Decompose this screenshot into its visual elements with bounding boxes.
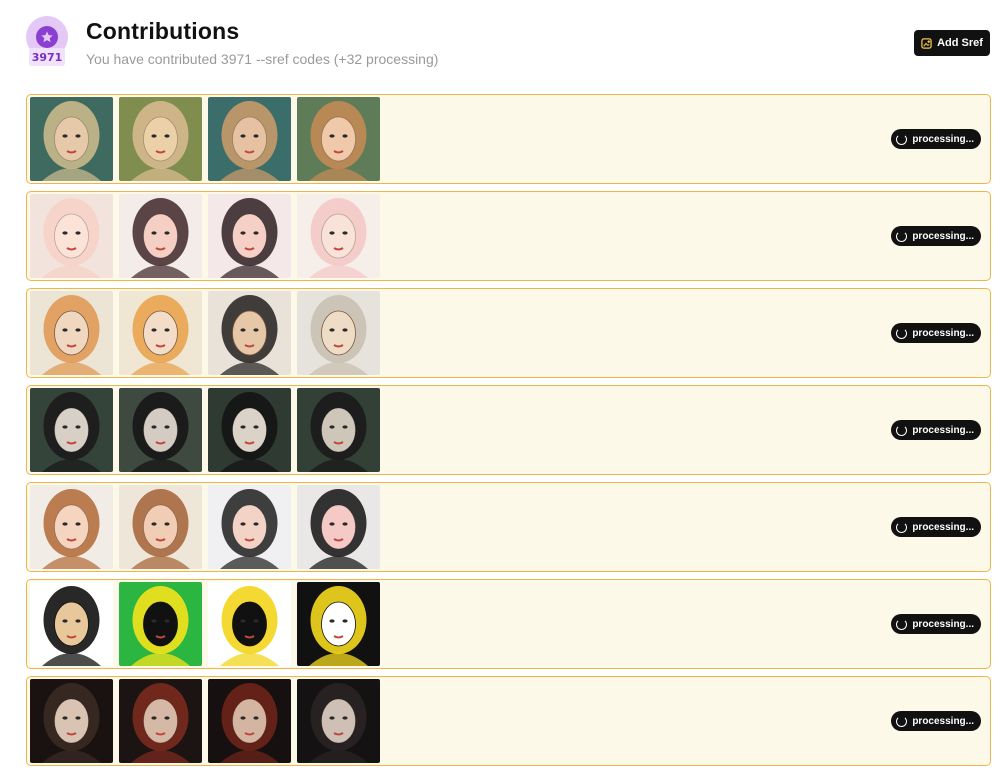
thumbnail-image[interactable] [297,582,380,666]
thumbnail-image[interactable] [30,97,113,181]
contribution-row[interactable]: processing... [26,676,991,766]
thumbnail-image[interactable] [30,194,113,278]
thumbnail-image[interactable] [208,485,291,569]
thumbnail-strip [30,679,380,763]
thumbnail-image[interactable] [119,194,202,278]
contribution-badge: 3971 [26,16,68,68]
thumbnail-image[interactable] [30,388,113,472]
spinner-icon [896,133,908,145]
thumbnail-image[interactable] [297,291,380,375]
spinner-icon [896,521,908,533]
thumbnail-image[interactable] [30,485,113,569]
contribution-row[interactable]: processing... [26,191,991,281]
thumbnail-image[interactable] [208,679,291,763]
thumbnail-image[interactable] [30,291,113,375]
processing-status-badge: processing... [891,517,981,537]
spinner-icon [896,327,908,339]
status-label: processing... [912,327,974,339]
spinner-icon [896,424,908,436]
thumbnail-image[interactable] [208,388,291,472]
thumbnail-strip [30,485,380,569]
processing-status-badge: processing... [891,420,981,440]
thumbnail-image[interactable] [297,679,380,763]
processing-status-badge: processing... [891,711,981,731]
contribution-row[interactable]: processing... [26,579,991,669]
thumbnail-image[interactable] [119,582,202,666]
thumbnail-image[interactable] [297,194,380,278]
add-sref-label: Add Sref [937,37,983,49]
spinner-icon [896,715,908,727]
thumbnail-image[interactable] [297,485,380,569]
processing-status-badge: processing... [891,614,981,634]
thumbnail-image[interactable] [119,485,202,569]
thumbnail-image[interactable] [208,97,291,181]
thumbnail-strip [30,291,380,375]
thumbnail-image[interactable] [30,582,113,666]
thumbnail-image[interactable] [30,679,113,763]
page-header: 3971 Contributions You have contributed … [0,0,1000,94]
contribution-row[interactable]: processing... [26,288,991,378]
thumbnail-image[interactable] [297,97,380,181]
page-title: Contributions [86,18,240,44]
thumbnail-strip [30,194,380,278]
spinner-icon [896,618,908,630]
contribution-list: processing... processing... processing... p… [26,94,991,773]
thumbnail-image[interactable] [119,388,202,472]
status-label: processing... [912,715,974,727]
thumbnail-image[interactable] [208,194,291,278]
contribution-row[interactable]: processing... [26,94,991,184]
thumbnail-image[interactable] [119,291,202,375]
contribution-row[interactable]: processing... [26,482,991,572]
processing-status-badge: processing... [891,323,981,343]
page-subtitle: You have contributed 3971 --sref codes (… [86,51,439,67]
thumbnail-image[interactable] [208,582,291,666]
thumbnail-image[interactable] [119,679,202,763]
thumbnail-image[interactable] [297,388,380,472]
status-label: processing... [912,230,974,242]
processing-status-badge: processing... [891,226,981,246]
thumbnail-image[interactable] [208,291,291,375]
image-plus-icon [921,37,932,49]
status-label: processing... [912,618,974,630]
thumbnail-image[interactable] [119,97,202,181]
processing-status-badge: processing... [891,129,981,149]
thumbnail-strip [30,97,380,181]
thumbnail-strip [30,388,380,472]
status-label: processing... [912,424,974,436]
star-icon [36,26,58,48]
status-label: processing... [912,521,974,533]
thumbnail-strip [30,582,380,666]
spinner-icon [896,230,908,242]
add-sref-button[interactable]: Add Sref [914,30,990,56]
contribution-row[interactable]: processing... [26,385,991,475]
badge-count: 3971 [29,48,65,66]
status-label: processing... [912,133,974,145]
